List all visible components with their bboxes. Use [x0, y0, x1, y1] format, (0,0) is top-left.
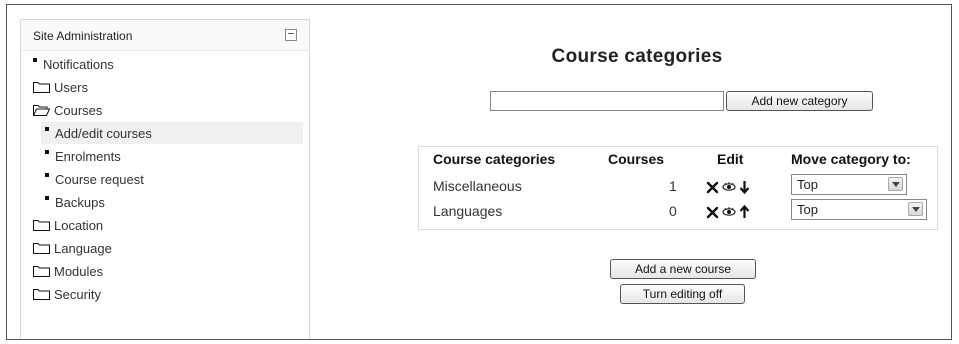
bullet-icon [45, 150, 49, 154]
bullet-icon [45, 127, 49, 131]
sidebar-item-label: Backups [55, 194, 105, 210]
sidebar-item-label: Courses [54, 102, 103, 118]
column-header-move: Move category to: [791, 151, 911, 167]
folder-icon [33, 220, 50, 231]
column-header-categories: Course categories [433, 151, 556, 167]
sidebar-item-label: Course request [55, 171, 144, 187]
edit-actions [706, 205, 750, 219]
course-count: 0 [669, 203, 677, 219]
add-new-category-button[interactable]: Add new category [726, 91, 873, 111]
up-arrow-icon[interactable] [739, 205, 750, 219]
delete-icon[interactable] [706, 206, 719, 219]
category-name[interactable]: Languages [433, 203, 502, 219]
sidebar-item-security[interactable]: Security [33, 283, 101, 305]
chevron-down-icon[interactable] [888, 177, 903, 191]
sidebar-item-courses[interactable]: Courses [33, 99, 102, 121]
select-value: Top [797, 177, 818, 192]
add-new-course-button[interactable]: Add a new course [610, 259, 756, 279]
sidebar-item-modules[interactable]: Modules [33, 260, 103, 282]
folder-icon [33, 82, 50, 93]
sidebar-item-label: Notifications [43, 56, 114, 72]
column-header-courses: Courses [608, 151, 665, 167]
site-administration-block: Site Administration − Notifications User… [20, 19, 310, 339]
turn-editing-off-button[interactable]: Turn editing off [620, 284, 745, 304]
main-content: Course categories Add new category Cours… [322, 0, 952, 344]
select-value: Top [797, 202, 818, 217]
hide-eye-icon[interactable] [722, 206, 736, 218]
sidebar-item-label: Users [54, 79, 88, 95]
folder-icon [33, 289, 50, 300]
folder-icon [33, 243, 50, 254]
course-count: 1 [669, 178, 677, 194]
column-header-edit: Edit [717, 151, 744, 167]
sidebar-item-users[interactable]: Users [33, 76, 88, 98]
collapse-icon[interactable]: − [285, 28, 297, 41]
category-name[interactable]: Miscellaneous [433, 178, 522, 194]
chevron-down-icon[interactable] [908, 202, 923, 216]
categories-table: Course categories Courses Edit Move cate… [418, 146, 938, 230]
sidebar-item-add-edit-courses[interactable]: Add/edit courses [41, 122, 303, 144]
bullet-icon [33, 58, 37, 62]
page-title: Course categories [551, 46, 723, 67]
sidebar-item-backups[interactable]: Backups [45, 191, 105, 213]
sidebar-item-label: Security [54, 286, 101, 302]
sidebar-item-notifications[interactable]: Notifications [33, 53, 114, 75]
sidebar-item-course-request[interactable]: Course request [45, 168, 144, 190]
sidebar-item-location[interactable]: Location [33, 214, 103, 236]
move-category-select[interactable]: Top [791, 199, 927, 220]
block-title: Site Administration [33, 29, 133, 43]
bullet-icon [45, 173, 49, 177]
edit-actions [706, 180, 750, 194]
folder-icon [33, 266, 50, 277]
delete-icon[interactable] [706, 181, 719, 194]
sidebar-item-label: Modules [54, 263, 104, 279]
sidebar-item-label: Enrolments [55, 148, 121, 164]
bullet-icon [45, 196, 49, 200]
hide-eye-icon[interactable] [722, 181, 736, 193]
sidebar-item-label: Add/edit courses [55, 125, 152, 141]
new-category-input[interactable] [490, 91, 724, 111]
sidebar-item-language[interactable]: Language [33, 237, 112, 259]
move-category-select[interactable]: Top [791, 174, 907, 195]
folder-open-icon [33, 105, 50, 116]
down-arrow-icon[interactable] [739, 180, 750, 194]
sidebar-item-label: Language [54, 240, 112, 256]
block-header: Site Administration − [21, 20, 309, 51]
sidebar-item-label: Location [54, 217, 104, 233]
sidebar-item-enrolments[interactable]: Enrolments [45, 145, 121, 167]
